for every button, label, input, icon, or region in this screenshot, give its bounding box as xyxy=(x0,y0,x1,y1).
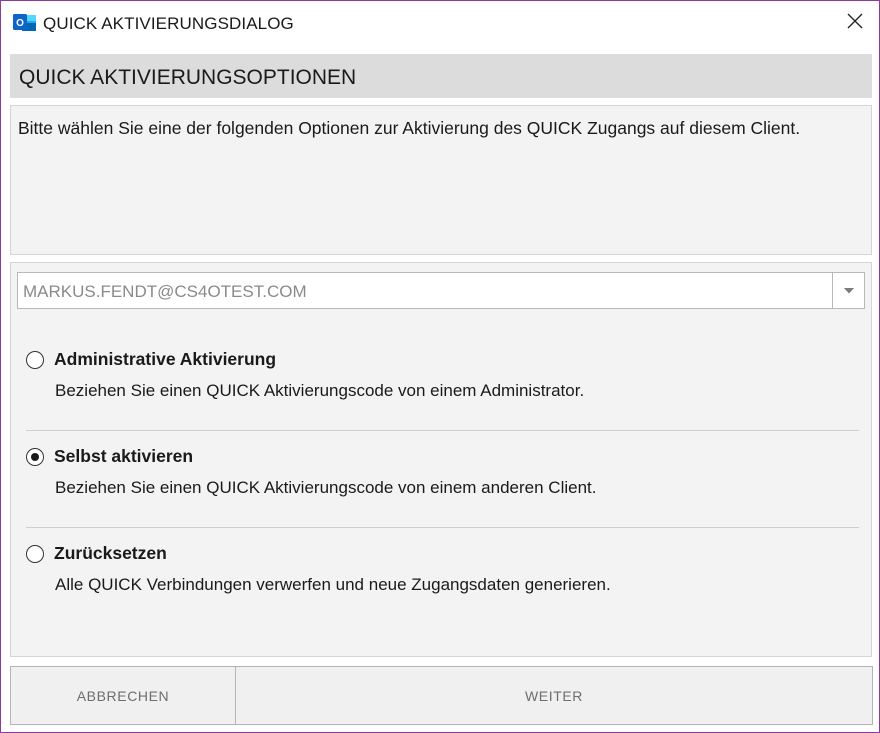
description-text: Bitte wählen Sie eine der folgenden Opti… xyxy=(18,118,801,138)
close-icon xyxy=(847,13,863,34)
option-description: Beziehen Sie einen QUICK Aktivierungscod… xyxy=(55,381,585,400)
cancel-button[interactable]: ABBRECHEN xyxy=(10,666,236,725)
title-bar: O QUICK AKTIVIERUNGSDIALOG xyxy=(1,1,879,45)
option-reset[interactable]: Zurücksetzen Alle QUICK Verbindungen ver… xyxy=(25,543,859,605)
option-title: Zurücksetzen xyxy=(54,543,167,563)
radio-selected-dot xyxy=(30,452,39,461)
chevron-down-icon xyxy=(843,282,855,300)
option-title: Administrative Aktivierung xyxy=(54,349,277,369)
activation-dialog: O QUICK AKTIVIERUNGSDIALOG QUICK AKTIVIE… xyxy=(0,0,880,733)
option-self-activate[interactable]: Selbst aktivieren Beziehen Sie einen QUI… xyxy=(25,446,859,508)
option-title: Selbst aktivieren xyxy=(54,446,194,466)
radio-administrative[interactable] xyxy=(26,351,44,369)
description-panel: Bitte wählen Sie eine der folgenden Opti… xyxy=(10,105,872,255)
section-header: QUICK AKTIVIERUNGSOPTIONEN xyxy=(10,54,872,98)
outlook-icon: O xyxy=(13,12,37,34)
option-administrative[interactable]: Administrative Aktivierung Beziehen Sie … xyxy=(25,349,859,411)
option-divider xyxy=(26,527,859,528)
dropdown-arrow-button[interactable] xyxy=(832,273,864,308)
section-title: QUICK AKTIVIERUNGSOPTIONEN xyxy=(19,66,357,89)
window-title: QUICK AKTIVIERUNGSDIALOG xyxy=(43,14,294,33)
option-description: Alle QUICK Verbindungen verwerfen und ne… xyxy=(55,575,611,594)
next-button[interactable]: WEITER xyxy=(235,666,873,725)
account-value: MARKUS.FENDT@CS4OTEST.COM xyxy=(23,282,307,301)
options-panel: MARKUS.FENDT@CS4OTEST.COM Administrative… xyxy=(10,262,872,657)
svg-text:O: O xyxy=(16,18,24,29)
radio-reset[interactable] xyxy=(26,545,44,563)
account-dropdown[interactable]: MARKUS.FENDT@CS4OTEST.COM xyxy=(17,272,865,309)
option-divider xyxy=(26,430,859,431)
radio-self-activate[interactable] xyxy=(26,448,44,466)
option-description: Beziehen Sie einen QUICK Aktivierungscod… xyxy=(55,478,597,497)
close-button[interactable] xyxy=(831,1,879,45)
